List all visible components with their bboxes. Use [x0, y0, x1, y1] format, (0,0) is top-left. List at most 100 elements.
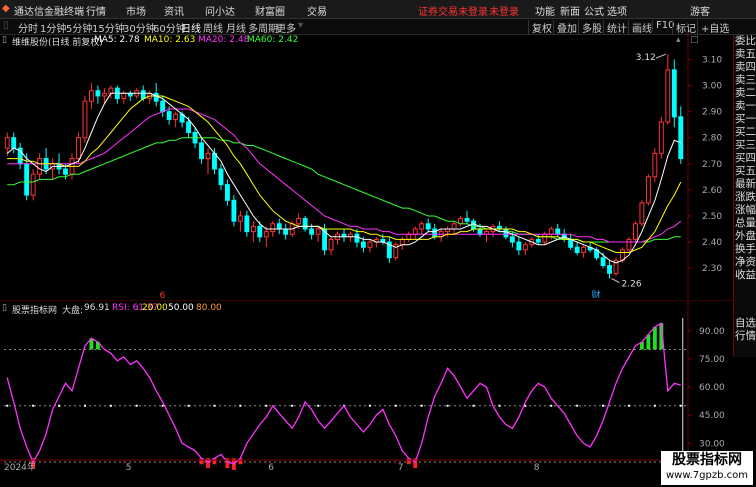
price-tick-label: 3.00 — [702, 82, 722, 92]
menu-item-4[interactable]: 财富圈 — [255, 3, 285, 18]
quote-field-2: 卖四 — [735, 61, 756, 73]
toolbar-btn-0[interactable]: 复权 — [528, 20, 555, 35]
ma10-line — [7, 95, 682, 253]
quote-field-5: 卖一 — [735, 100, 756, 112]
toolbar-btn-2[interactable]: 多股 — [578, 20, 605, 35]
stock-title: 维维股份(日线 前复权) — [12, 38, 103, 48]
period-3[interactable]: 15分钟 — [92, 20, 125, 35]
candle-down — [555, 228, 561, 235]
user-label[interactable]: 游客 — [690, 3, 710, 18]
level-80: 80.00 — [196, 303, 222, 313]
period-6[interactable]: 日线 — [181, 20, 201, 35]
candle-up — [658, 121, 664, 154]
quote-field-16: 换手 — [735, 243, 756, 255]
candle-up — [76, 137, 81, 160]
period-10[interactable]: 更多 — [276, 20, 296, 35]
level-sep-2: : — [162, 303, 166, 313]
toolbar-btn-1[interactable]: 叠加 — [553, 20, 580, 35]
candle-down — [244, 215, 250, 233]
ma-legend: ▯ 维维股份(日线 前复权) MA5: 2.78 MA10: 2.63 MA20… — [0, 35, 733, 48]
rsi-mid-dot — [239, 404, 242, 407]
candle-up — [522, 244, 528, 251]
period-7[interactable]: 周线 — [203, 20, 223, 35]
panel-toggle-icon[interactable]: ▯ — [3, 20, 9, 31]
more-chevron-icon[interactable]: ▾ — [298, 20, 303, 31]
quote-field-7: 买二 — [735, 126, 756, 138]
quote-tab-0[interactable]: 自选 — [734, 317, 756, 330]
quote-field-9: 买四 — [735, 152, 756, 164]
menu-item-5[interactable]: 交易 — [307, 3, 327, 18]
period-9[interactable]: 多周期 — [248, 20, 278, 35]
rsi-mid-dot — [58, 404, 61, 407]
candle-down — [425, 223, 431, 230]
menu-item-1[interactable]: 市场 — [126, 3, 146, 18]
candle-down — [477, 228, 483, 235]
candle-up — [632, 223, 638, 240]
candle-down — [218, 168, 224, 186]
toolbar-btn-6[interactable]: 标记 — [672, 20, 699, 35]
period-4[interactable]: 30分钟 — [123, 20, 156, 35]
candle-up — [639, 202, 645, 225]
quote-tab-1[interactable]: 行情 — [734, 330, 756, 343]
period-2[interactable]: 5分钟 — [66, 20, 92, 35]
candle-down — [600, 257, 606, 267]
candle-up — [270, 223, 276, 233]
indicator-legend: ▯ 股票指标网 大盘: 96.91 RSI: 61.37 : 20.00 : 5… — [0, 303, 733, 316]
price-chart[interactable]: 3.10 3.00 2.90 2.80 2.70 2.60 2.50 2.40 2.30 3.12… — [0, 35, 733, 298]
rsi-tick-label: 30.00 — [699, 439, 725, 449]
quote-field-8: 买三 — [735, 139, 756, 151]
chart-settings-icon[interactable]: ▴ — [676, 35, 681, 45]
candle-up — [399, 238, 405, 246]
period-8[interactable]: 月线 — [226, 20, 246, 35]
quote-field-15: 外盘 — [735, 230, 756, 242]
trade-status-notice[interactable]: 证券交易未登录 — [418, 3, 488, 18]
quote-field-11: 最新 — [735, 178, 756, 190]
right-menu-2[interactable]: 公式 — [584, 3, 604, 18]
menu-bar: ◆ 通达信金融终端 行情 市场 资讯 问小达 财富圈 交易 证券交易未登录 未登… — [0, 0, 756, 19]
right-menu-3[interactable]: 选项 — [607, 3, 627, 18]
watermark-url: www.7gpzb.com — [666, 470, 748, 481]
menu-item-0[interactable]: 行情 — [86, 3, 106, 18]
indicator-chart[interactable]: 90.0075.0060.0045.0030.002024年56789 — [0, 300, 733, 472]
price-tick-label: 2.40 — [702, 238, 722, 248]
price-tick-label: 2.70 — [702, 160, 722, 170]
candle-up — [205, 152, 211, 160]
rsi-line — [6, 322, 681, 465]
login-status[interactable]: 未登录 — [489, 3, 519, 18]
right-menu-1[interactable]: 新面 — [560, 3, 580, 18]
period-1[interactable]: 1分钟 — [40, 20, 66, 35]
candle-down — [231, 199, 237, 222]
low-label: 2.26 — [622, 280, 642, 290]
right-menu-0[interactable]: 功能 — [535, 3, 555, 18]
menu-item-2[interactable]: 资讯 — [164, 3, 184, 18]
candle-down — [224, 184, 230, 201]
rsi-tick-label: 75.00 — [699, 355, 725, 365]
menu-item-3[interactable]: 问小达 — [205, 3, 235, 18]
candle-down — [166, 111, 172, 120]
period-0[interactable]: 分时 — [18, 20, 38, 35]
event-mark: 财 — [592, 289, 601, 298]
candle-up — [101, 92, 107, 97]
candle-up — [328, 238, 334, 251]
chart-maximize-icon[interactable]: □ — [690, 35, 699, 45]
rsi-mid-dot — [109, 404, 112, 407]
chart-toggle-icon[interactable]: ▯ — [2, 35, 7, 45]
candle-down — [671, 69, 677, 118]
candle-up — [367, 241, 373, 248]
rsi-mid-dot — [265, 404, 268, 407]
toolbar-btn-4[interactable]: 画线 — [628, 20, 655, 35]
toolbar-btn-3[interactable]: 统计 — [603, 20, 630, 35]
overbought-bar — [652, 327, 657, 350]
x-tick-label: 2024年 — [4, 461, 36, 472]
rsi-mid-dot — [394, 404, 397, 407]
candle-down — [432, 228, 438, 238]
candle-down — [464, 218, 470, 222]
candle-up — [665, 69, 671, 123]
candle-down — [354, 233, 360, 243]
quote-field-13: 涨幅 — [735, 204, 756, 216]
ma10-label: MA10: 2.63 — [144, 35, 196, 45]
toolbar-btn-7[interactable]: +自选 — [697, 20, 732, 35]
indicator-toggle-icon[interactable]: ▯ — [2, 303, 7, 313]
x-tick-label: 8 — [534, 463, 540, 472]
rsi-mid-dot — [32, 404, 35, 407]
